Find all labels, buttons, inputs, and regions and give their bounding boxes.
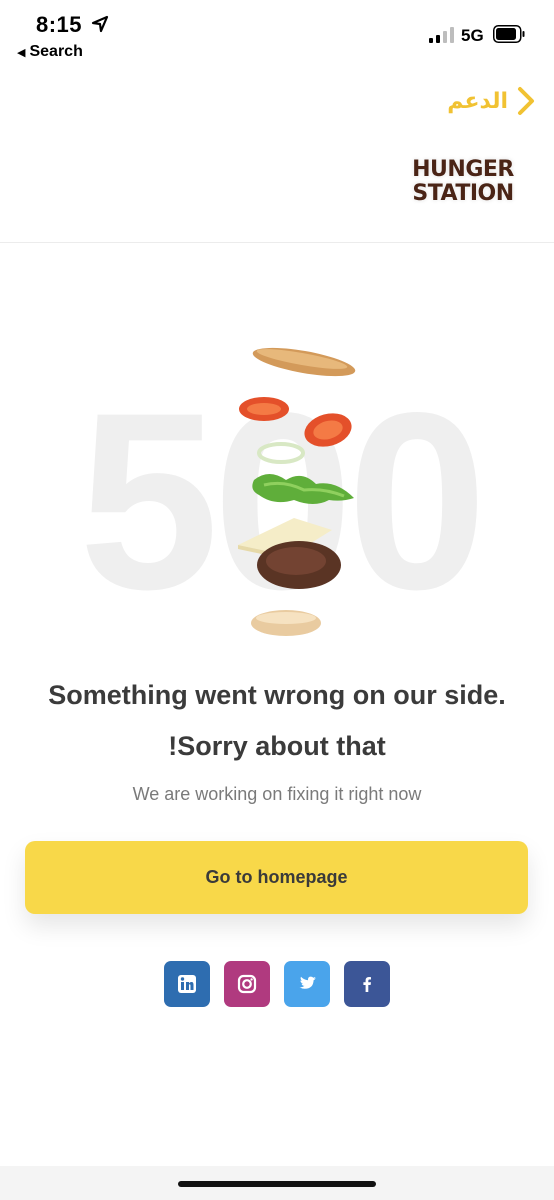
status-bar: 8:15 ◀ Search 5G [0, 0, 554, 70]
hungerstation-logo[interactable]: HUNGER STATION [398, 152, 528, 212]
back-triangle-icon: ◀ [17, 47, 26, 59]
twitter-icon [299, 976, 316, 989]
signal-bars-icon [429, 27, 454, 43]
header-divider [0, 242, 554, 243]
home-indicator[interactable] [178, 1181, 376, 1187]
logo-line-1: HUNGER [412, 157, 514, 182]
error-headline: Something went wrong on our side. [48, 680, 506, 710]
support-link[interactable]: الدعم [447, 84, 536, 118]
instagram-icon [237, 974, 257, 994]
status-time: 8:15 [36, 12, 83, 37]
linkedin-icon [178, 975, 196, 993]
battery-icon [493, 25, 525, 43]
error-subheadline: !Sorry about that [168, 731, 386, 761]
instagram-button[interactable] [224, 961, 270, 1007]
twitter-button[interactable] [284, 961, 330, 1007]
go-to-homepage-button[interactable]: Go to homepage [25, 841, 528, 914]
facebook-icon [363, 977, 371, 992]
logo-line-2: STATION [412, 181, 514, 206]
back-app-label: Search [29, 43, 83, 60]
error-body: We are working on fixing it right now [132, 784, 422, 804]
network-type: 5G [461, 26, 484, 45]
exploded-burger-illustration [238, 347, 356, 636]
back-to-app-link[interactable]: ◀ Search [17, 43, 83, 61]
facebook-button[interactable] [344, 961, 390, 1007]
linkedin-button[interactable] [164, 961, 210, 1007]
social-links [164, 961, 390, 1007]
support-label: الدعم [447, 88, 508, 114]
chevron-right-icon [518, 87, 534, 115]
location-arrow-icon [91, 15, 109, 33]
